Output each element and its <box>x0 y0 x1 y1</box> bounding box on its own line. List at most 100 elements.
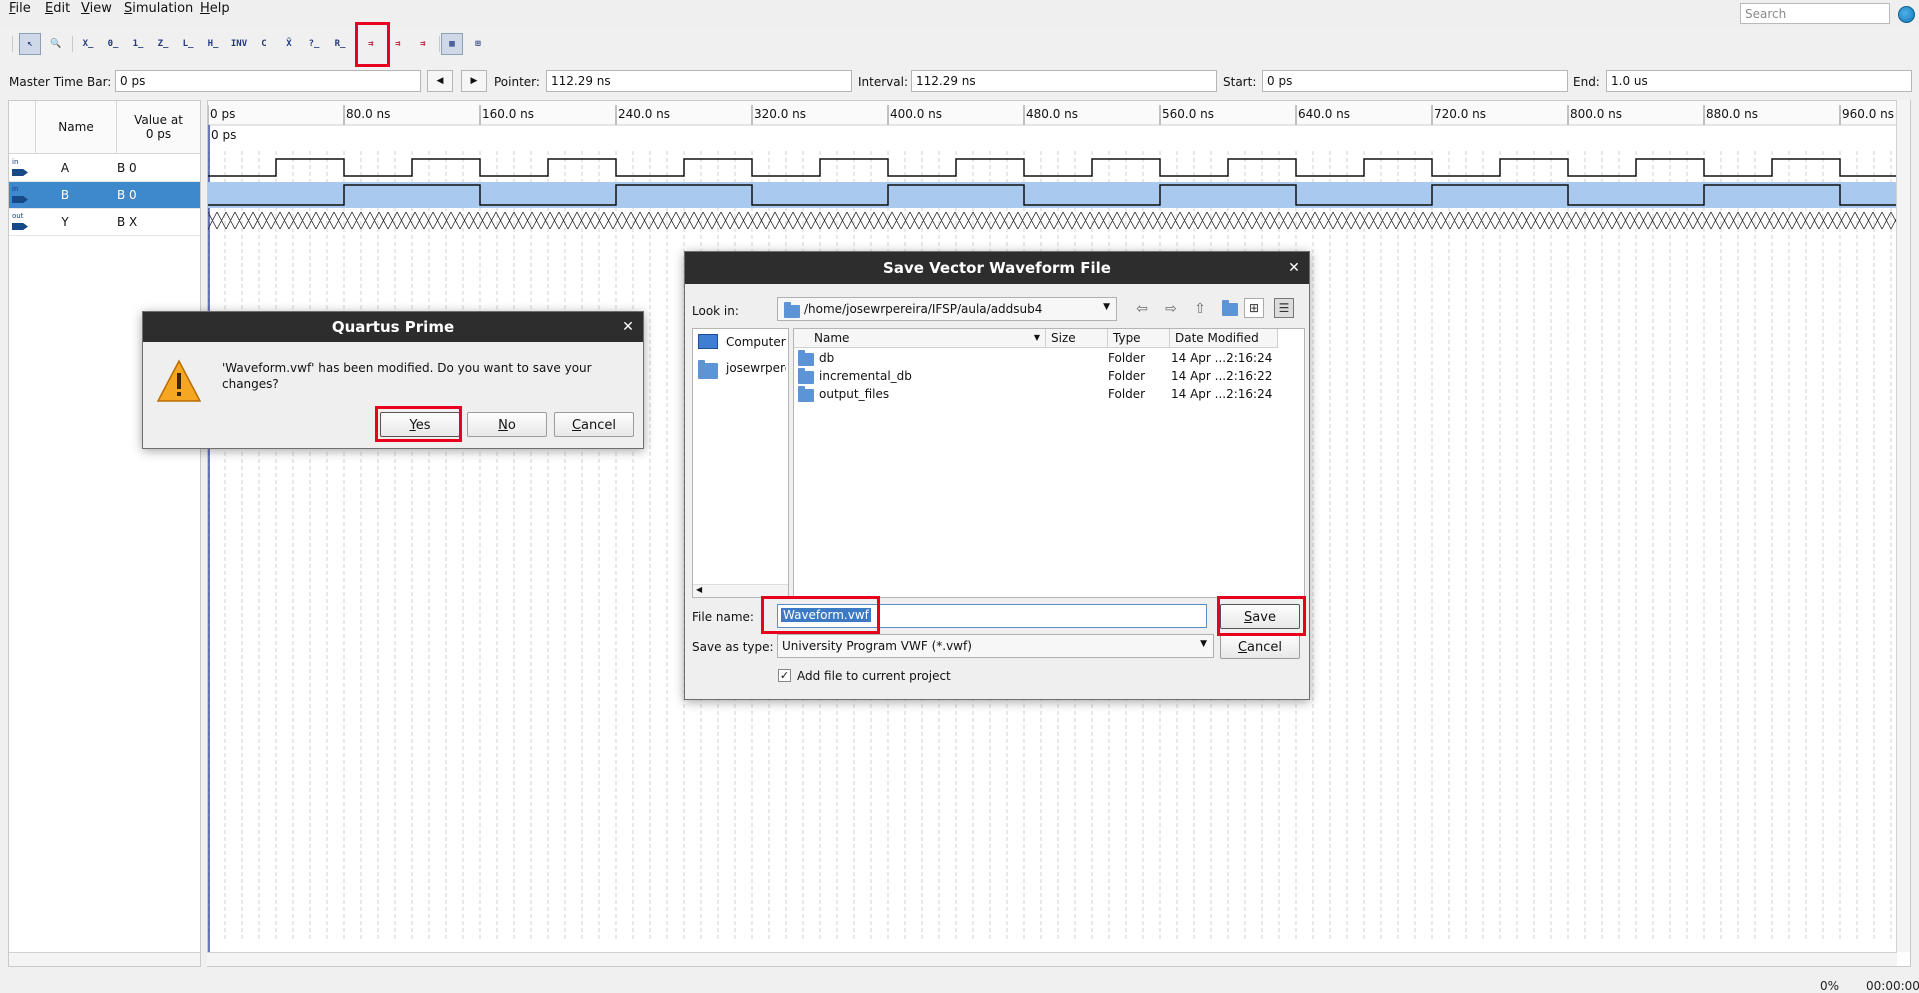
arbitrary-value-icon[interactable]: ?̲ <box>303 33 325 55</box>
close-icon[interactable]: ✕ <box>621 312 635 342</box>
signal-b-band <box>208 182 1908 208</box>
time-bar: Master Time Bar: 0 ps ◀ ▶ Pointer: 112.2… <box>0 69 1919 95</box>
computer-icon <box>698 334 718 349</box>
back-icon[interactable]: ⇦ <box>1132 299 1152 319</box>
place-computer[interactable]: Computer <box>696 332 786 354</box>
save-vwf-dialog: Save Vector Waveform File ✕ Look in: /ho… <box>684 251 1310 700</box>
interval-label: Interval: <box>858 75 908 89</box>
menu-file[interactable]: File <box>6 0 34 17</box>
time-label: 880.0 ns <box>1706 107 1758 121</box>
signal-row-b[interactable]: in B B 0 <box>9 182 200 209</box>
sidebar-scrollbar[interactable]: ◀ <box>693 584 788 597</box>
run-timing-simulation-icon[interactable]: ⇉ <box>387 33 409 55</box>
column-header-type[interactable]: Type <box>1108 329 1170 348</box>
file-name-input[interactable]: Waveform.vwf <box>777 604 1207 628</box>
column-header-name[interactable]: Name <box>36 101 117 154</box>
forward-icon[interactable]: ⇨ <box>1161 299 1181 319</box>
new-folder-icon[interactable] <box>1222 300 1238 316</box>
master-time-bar-field[interactable]: 0 ps <box>115 70 421 92</box>
force-low-icon[interactable]: 0̲ <box>102 33 124 55</box>
dialog-title: Save Vector Waveform File <box>685 252 1309 284</box>
look-in-combo[interactable]: /home/josewrpereira/IFSP/aula/addsub4 ▼ <box>777 297 1117 321</box>
random-value-icon[interactable]: R̲ <box>329 33 351 55</box>
file-row[interactable]: output_files Folder 14 Apr ...2:16:24 <box>794 385 1294 403</box>
menu-simulation[interactable]: Simulation <box>121 0 196 17</box>
time-label: 80.0 ns <box>346 107 390 121</box>
force-weak-low-icon[interactable]: L̲ <box>177 33 199 55</box>
places-sidebar: Computer josewrpereira ◀ <box>692 328 789 598</box>
input-pin-icon: in <box>12 185 30 205</box>
force-unknown-icon[interactable]: X̲ <box>77 33 99 55</box>
signal-row-a[interactable]: in A B 0 <box>9 155 200 182</box>
force-weak-high-icon[interactable]: H̲ <box>202 33 224 55</box>
time-label: 320.0 ns <box>754 107 806 121</box>
waveform-vertical-scrollbar[interactable] <box>1896 100 1910 952</box>
menu-help[interactable]: Help <box>197 0 233 17</box>
time-label: 0 ps <box>210 107 235 121</box>
quartus-save-changes-dialog: Quartus Prime ✕ 'Waveform.vwf' has been … <box>142 311 644 449</box>
folder-icon <box>698 360 718 379</box>
count-value-icon[interactable]: C <box>253 33 275 55</box>
time-label: 160.0 ns <box>482 107 534 121</box>
generate-testbench-icon[interactable]: ⇉ <box>412 33 434 55</box>
menu-edit[interactable]: Edit <box>42 0 73 17</box>
look-in-label: Look in: <box>692 304 739 318</box>
time-label: 960.0 ns <box>1842 107 1894 121</box>
time-label: 480.0 ns <box>1026 107 1078 121</box>
list-view-icon[interactable]: ⊞ <box>1244 298 1264 318</box>
folder-icon <box>784 302 800 318</box>
next-transition-button[interactable]: ▶ <box>461 70 487 92</box>
yes-button[interactable]: Yes <box>380 412 460 437</box>
place-home[interactable]: josewrpereira <box>696 358 786 380</box>
search-input[interactable] <box>1740 3 1890 24</box>
parent-folder-icon[interactable]: ⇧ <box>1190 299 1210 319</box>
file-row[interactable]: incremental_db Folder 14 Apr ...2:16:22 <box>794 367 1294 385</box>
invert-icon[interactable]: INV <box>228 33 250 55</box>
file-name-label: File name: <box>692 610 754 624</box>
time-label: 720.0 ns <box>1434 107 1486 121</box>
folder-icon <box>798 368 814 384</box>
pointer-field: 112.29 ns <box>546 70 852 92</box>
time-label: 560.0 ns <box>1162 107 1214 121</box>
save-button[interactable]: Save <box>1220 604 1300 629</box>
save-as-type-select[interactable]: University Program VWF (*.vwf) ▼ <box>777 634 1214 658</box>
column-header-value[interactable]: Value at 0 ps <box>117 101 200 154</box>
time-label: 400.0 ns <box>890 107 942 121</box>
no-button[interactable]: No <box>467 412 547 437</box>
signal-row-y[interactable]: out Y B X <box>9 209 200 236</box>
signal-panel-scrollbar[interactable] <box>9 952 200 966</box>
chevron-down-icon: ▼ <box>1200 639 1207 649</box>
cancel-button[interactable]: Cancel <box>1220 634 1300 659</box>
column-header-size[interactable]: Size <box>1046 329 1108 348</box>
globe-icon[interactable] <box>1898 6 1915 23</box>
force-high-icon[interactable]: 1̲ <box>127 33 149 55</box>
clock-value-icon[interactable]: X̃ <box>278 33 300 55</box>
waveform-toolbar: ↖ 🔍 X̲ 0̲ 1̲ Z̲ L̲ H̲ INV C X̃ ?̲ R̲ ⇉ ⇉… <box>0 29 1919 59</box>
force-hiz-icon[interactable]: Z̲ <box>152 33 174 55</box>
close-icon[interactable]: ✕ <box>1287 252 1301 284</box>
add-to-project-label: Add file to current project <box>797 669 951 683</box>
file-row[interactable]: db Folder 14 Apr ...2:16:24 <box>794 349 1294 367</box>
menu-view[interactable]: View <box>78 0 115 17</box>
grid-settings-icon[interactable]: ⊞ <box>467 33 489 55</box>
add-to-project-checkbox[interactable]: ✓ <box>778 669 791 682</box>
column-header-date[interactable]: Date Modified <box>1170 329 1278 348</box>
previous-transition-button[interactable]: ◀ <box>427 70 453 92</box>
cursor-label: 0 ps <box>211 128 236 142</box>
end-field[interactable]: 1.0 us <box>1606 70 1912 92</box>
cancel-button[interactable]: Cancel <box>554 412 634 437</box>
menu-bar: File Edit View Simulation Help <box>0 0 1919 28</box>
waveform-horizontal-scrollbar[interactable] <box>207 952 1897 966</box>
detail-view-icon[interactable]: ☰ <box>1274 298 1294 318</box>
run-functional-simulation-icon[interactable]: ⇉ <box>360 33 382 55</box>
selection-tool-icon[interactable]: ↖ <box>19 33 41 55</box>
column-header-name[interactable]: Name ▼ <box>794 329 1046 348</box>
interval-field: 112.29 ns <box>911 70 1217 92</box>
start-field[interactable]: 0 ps <box>1262 70 1568 92</box>
status-elapsed-time: 00:00:00 <box>1866 979 1919 993</box>
start-label: Start: <box>1223 75 1257 89</box>
snap-to-grid-icon[interactable]: ▦ <box>441 33 463 55</box>
zoom-tool-icon[interactable]: 🔍 <box>45 33 67 55</box>
chevron-down-icon: ▼ <box>1103 302 1110 312</box>
status-progress: 0% <box>1820 979 1840 993</box>
